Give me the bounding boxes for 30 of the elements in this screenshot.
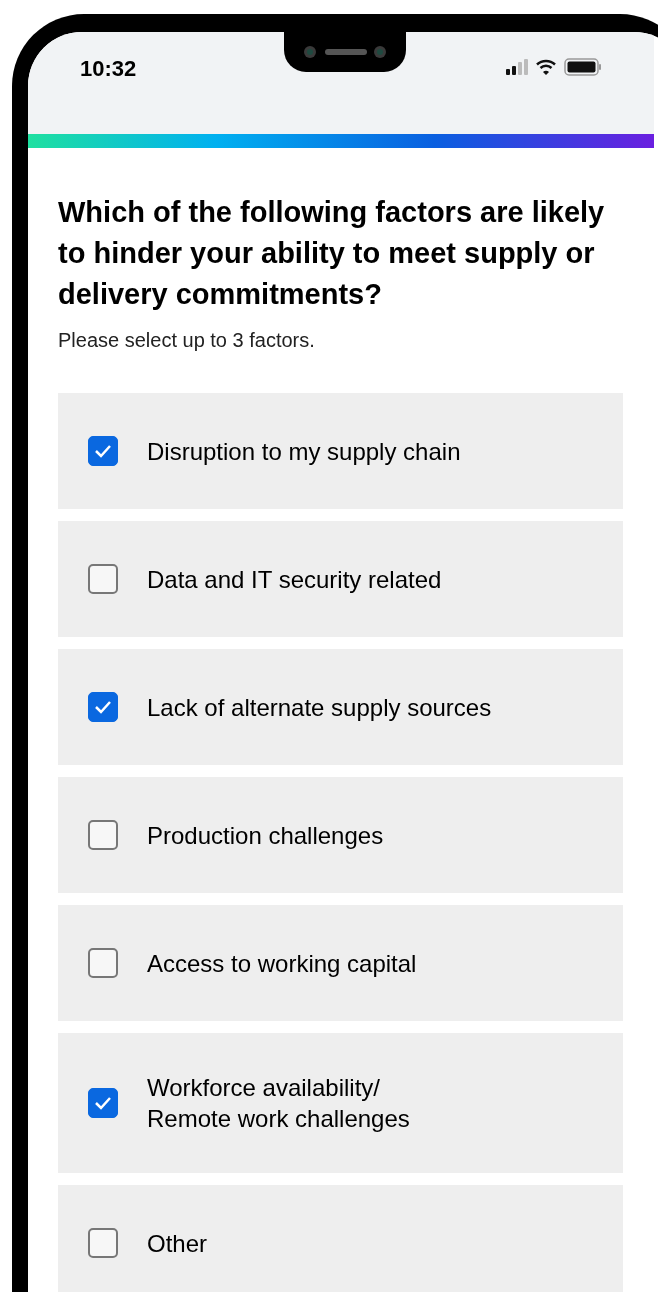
checkbox[interactable] xyxy=(88,692,118,722)
checkbox[interactable] xyxy=(88,1088,118,1118)
question-title: Which of the following factors are likely to hinder your ability to meet supply or delivery commitments? xyxy=(58,195,606,312)
option-row[interactable]: Disruption to my supply chain xyxy=(58,393,623,509)
status-time: 10:32 xyxy=(80,55,137,83)
battery-icon xyxy=(564,58,602,76)
option-label: Lack of alternate supply sources xyxy=(147,692,492,723)
checkbox[interactable] xyxy=(88,564,118,594)
question-hint: Please select up to 3 factors. xyxy=(58,328,316,353)
checkbox[interactable] xyxy=(88,436,118,466)
option-label: Workforce availability/ Remote work challenges xyxy=(147,1073,410,1134)
checkbox[interactable] xyxy=(88,948,118,978)
checkmark-icon xyxy=(94,1096,112,1110)
option-label: Access to working capital xyxy=(147,948,417,979)
option-label: Production challenges xyxy=(147,820,384,851)
option-row[interactable]: Lack of alternate supply sources xyxy=(58,649,623,765)
option-label: Data and IT security related xyxy=(147,564,442,595)
option-label: Disruption to my supply chain xyxy=(147,436,461,467)
signal-icon xyxy=(506,59,528,75)
checkmark-icon xyxy=(94,444,112,458)
wifi-icon xyxy=(536,59,556,75)
option-row[interactable]: Access to working capital xyxy=(58,905,623,1021)
checkbox[interactable] xyxy=(88,1228,118,1258)
option-row[interactable]: Workforce availability/ Remote work challenges xyxy=(58,1033,623,1173)
option-row[interactable]: Other xyxy=(58,1185,623,1292)
option-row[interactable]: Production challenges xyxy=(58,777,623,893)
checkmark-icon xyxy=(94,700,112,714)
checkbox[interactable] xyxy=(88,820,118,850)
option-row[interactable]: Data and IT security related xyxy=(58,521,623,637)
option-label: Other xyxy=(147,1228,208,1259)
